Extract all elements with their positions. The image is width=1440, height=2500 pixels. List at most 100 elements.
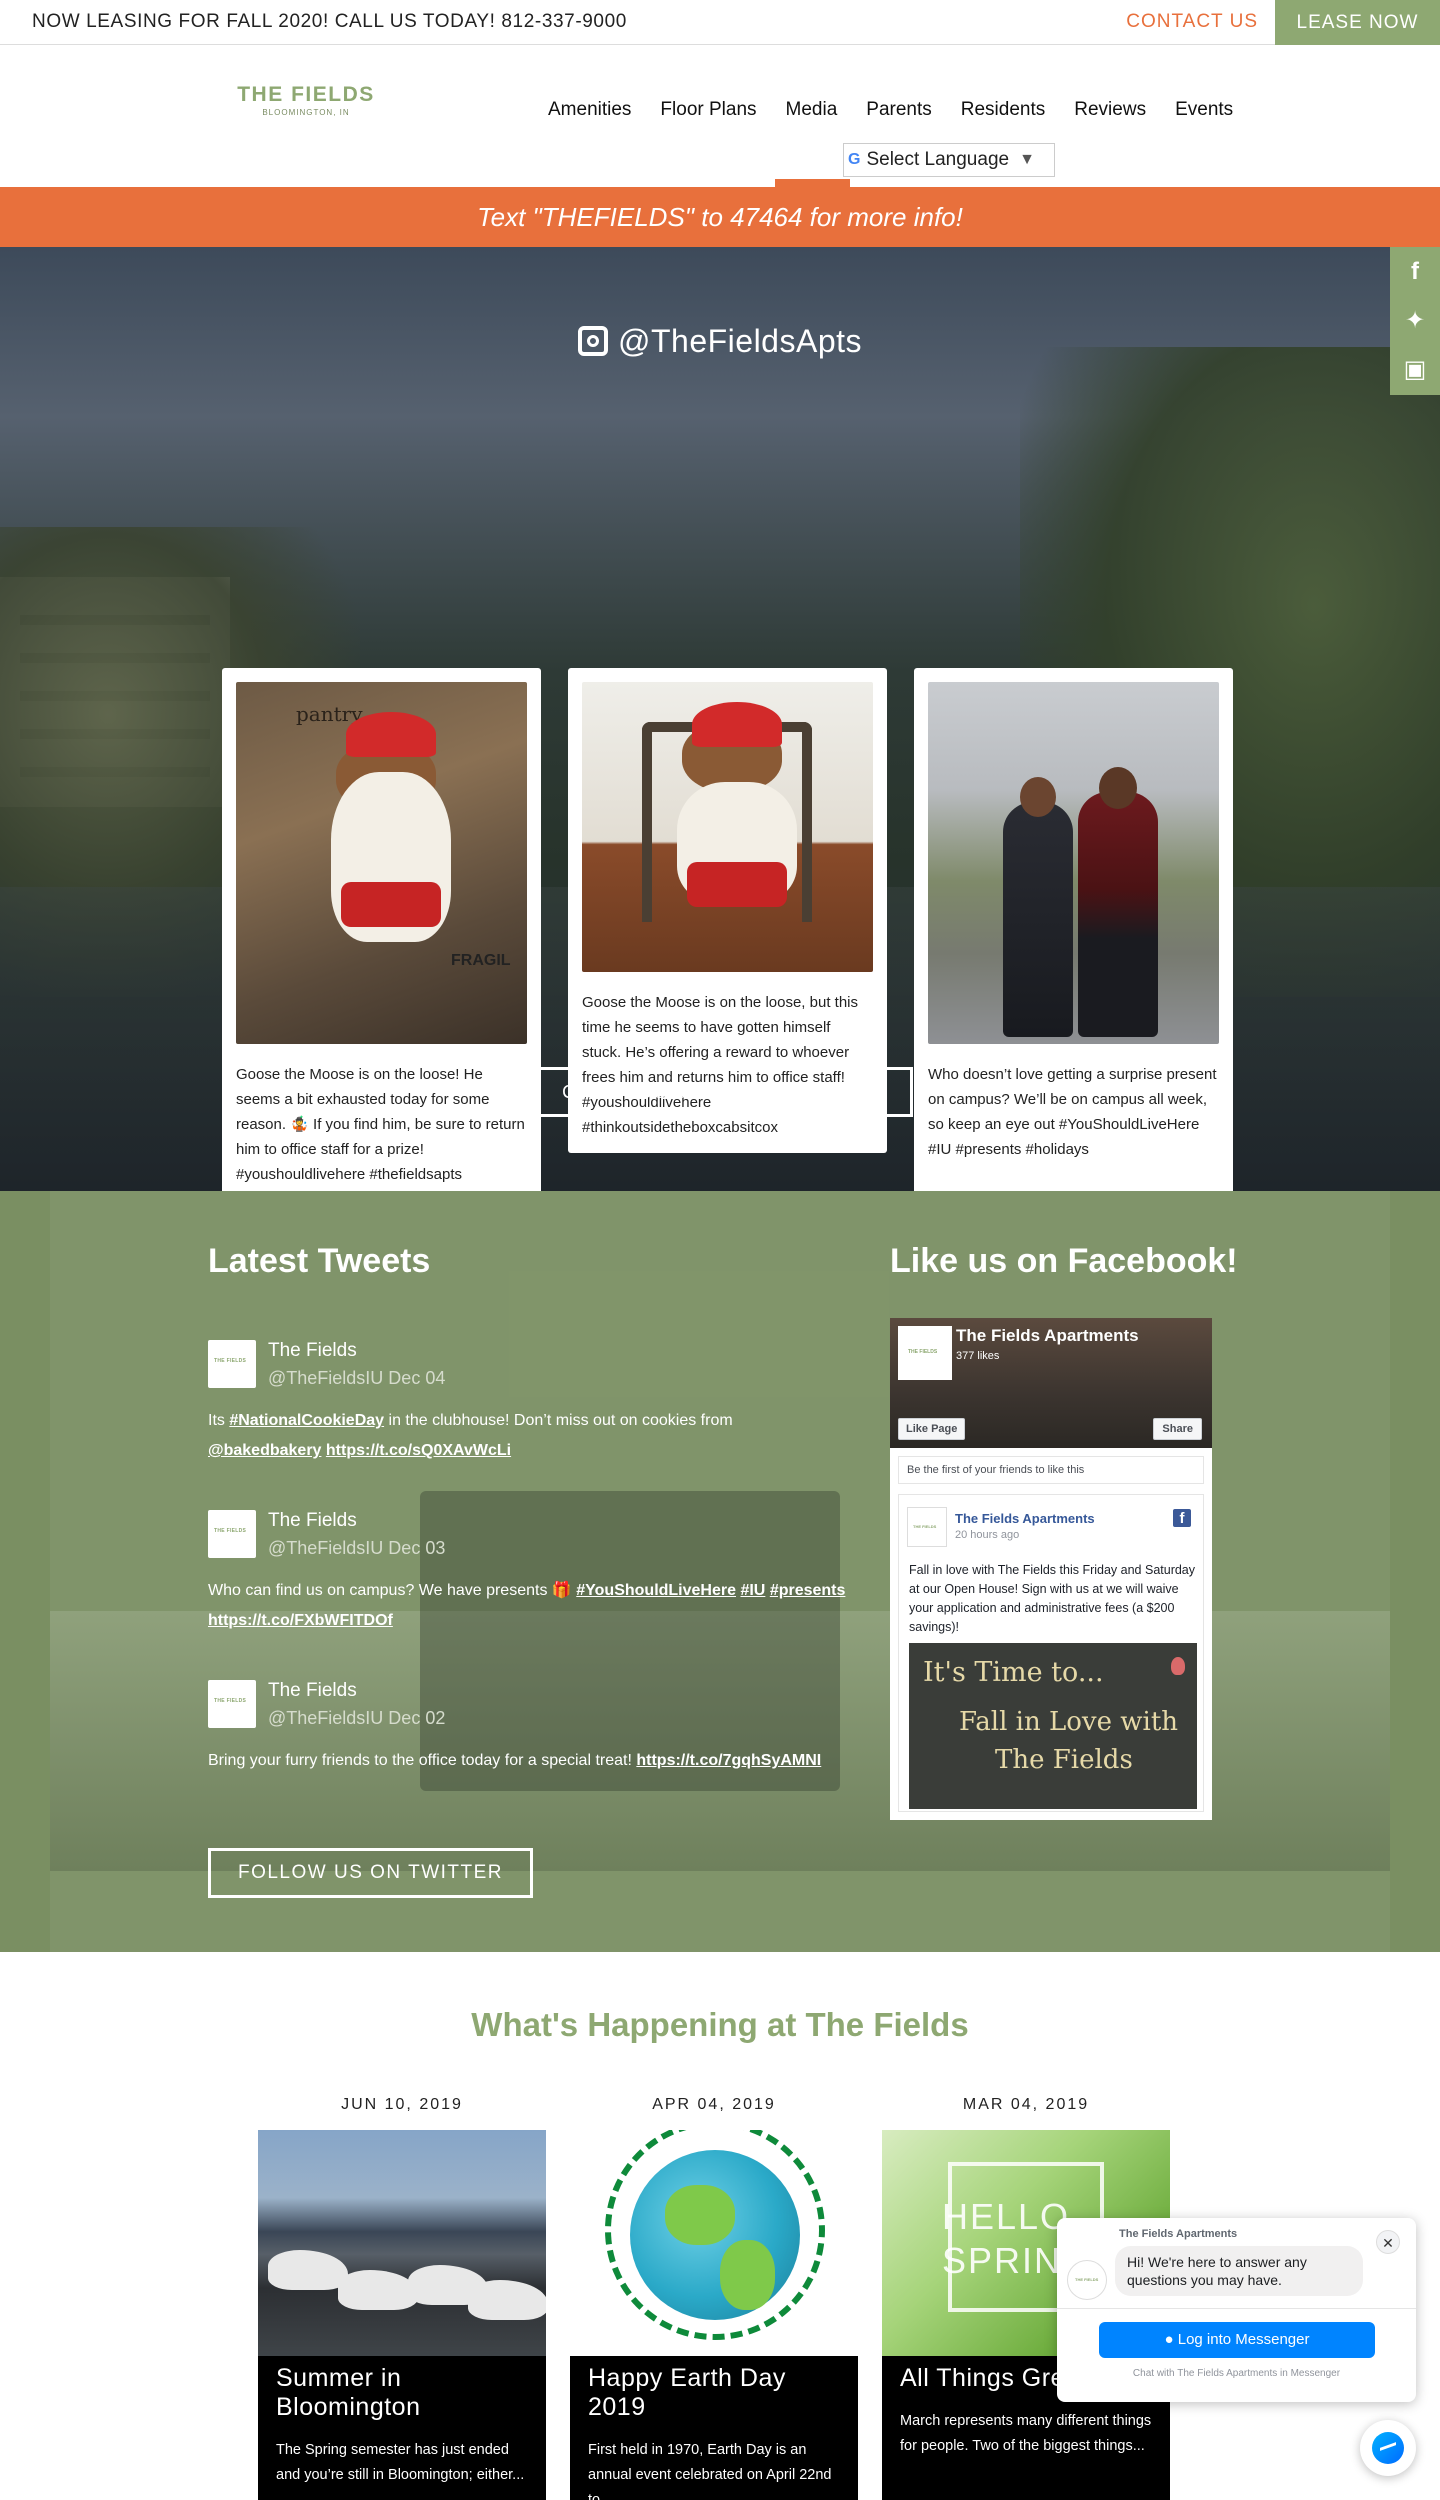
divider xyxy=(1057,2308,1416,2309)
tweet-text: Bring your furry friends to the office t… xyxy=(208,1746,858,1776)
event-body: Happy Earth Day 2019 First held in 1970,… xyxy=(570,2356,858,2500)
facebook-post: The Fields Apartments 20 hours ago f Fal… xyxy=(898,1494,1204,1812)
person-left xyxy=(1003,802,1073,1037)
instagram-icon xyxy=(577,326,608,356)
lease-now-button[interactable]: LEASE NOW xyxy=(1275,0,1440,45)
messenger-login-label: Log into Messenger xyxy=(1177,2331,1310,2348)
messenger-header: The Fields Apartments xyxy=(1119,2228,1238,2240)
messenger-avatar xyxy=(1067,2260,1107,2300)
instagram-handle[interactable]: @TheFieldsApts xyxy=(0,323,1440,360)
facebook-icon[interactable]: f xyxy=(1390,247,1440,296)
hashtag-link[interactable]: #IU xyxy=(740,1582,765,1599)
contact-us-link[interactable]: CONTACT US xyxy=(1126,11,1258,33)
site-header: THE FIELDS BLOOMINGTON, IN Amenities Flo… xyxy=(0,45,1440,187)
nav-events[interactable]: Events xyxy=(1175,99,1233,121)
tweet-avatar[interactable] xyxy=(208,1510,256,1558)
facebook-widget: The Fields Apartments 377 likes Like Pag… xyxy=(890,1318,1212,1820)
hashtag-link[interactable]: #YouShouldLiveHere xyxy=(576,1582,736,1599)
google-icon: G xyxy=(848,151,861,168)
event-card[interactable]: APR 04, 2019 Happy Earth Day 2019 First … xyxy=(570,2096,858,2500)
person-left-face xyxy=(1020,777,1056,817)
globe-land-shape xyxy=(665,2185,735,2245)
announcement-text: NOW LEASING FOR FALL 2020! CALL US TODAY… xyxy=(32,11,627,32)
event-image[interactable] xyxy=(258,2130,546,2356)
facebook-like-page-button[interactable]: Like Page xyxy=(898,1418,966,1440)
logo-name: THE FIELDS xyxy=(237,83,375,106)
latest-tweets-title: Latest Tweets xyxy=(208,1242,431,1280)
tweet-author[interactable]: The Fields xyxy=(268,1680,357,1702)
instagram-post-card[interactable]: pantry FRAGIL Goose the Moose is on the … xyxy=(222,668,541,1191)
instagram-cta-button[interactable]: CHECK US OUT ON INSTAGRAM xyxy=(527,1067,913,1117)
messenger-launcher-button[interactable] xyxy=(1360,2420,1416,2476)
event-title[interactable]: Happy Earth Day 2019 xyxy=(588,2364,840,2422)
facebook-post-avatar[interactable] xyxy=(907,1507,947,1547)
tweet-author[interactable]: The Fields xyxy=(268,1510,357,1532)
nav-media[interactable]: Media xyxy=(786,99,838,121)
nav-amenities[interactable]: Amenities xyxy=(548,99,631,121)
tweet-url-link[interactable]: https://t.co/7gqhSyAMNI xyxy=(636,1752,821,1769)
chalkboard-text-line: The Fields xyxy=(995,1745,1133,1775)
messenger-popup: The Fields Apartments ✕ Hi! We're here t… xyxy=(1057,2218,1416,2402)
tweet-text-part: Bring your furry friends to the office t… xyxy=(208,1752,637,1769)
moose-plush-hat xyxy=(692,702,782,747)
facebook-page-name[interactable]: The Fields Apartments xyxy=(956,1326,1139,1346)
facebook-title: Like us on Facebook! xyxy=(890,1242,1238,1280)
facebook-post-image[interactable]: It's Time to... Fall in Love with The Fie… xyxy=(909,1643,1197,1809)
close-icon[interactable]: ✕ xyxy=(1376,2230,1400,2254)
event-date: JUN 10, 2019 xyxy=(341,2096,463,2113)
hashtag-link[interactable]: #presents xyxy=(770,1582,846,1599)
event-description: March represents many different things f… xyxy=(900,2413,1152,2454)
globe-land-shape xyxy=(720,2240,775,2310)
nav-reviews[interactable]: Reviews xyxy=(1074,99,1146,121)
event-card[interactable]: JUN 10, 2019 Summer in Bloomington The S… xyxy=(258,2096,546,2500)
box-fragile-text: FRAGIL xyxy=(451,952,511,969)
moose-plush-pants xyxy=(341,882,441,927)
active-nav-indicator xyxy=(775,179,850,187)
facebook-post-time[interactable]: 20 hours ago xyxy=(955,1529,1019,1541)
tweet-handle-date: @TheFieldsIU Dec 02 xyxy=(268,1708,446,1728)
follow-twitter-button[interactable]: FOLLOW US ON TWITTER xyxy=(208,1848,533,1898)
chalkboard-text: Fall in Love with The Fields xyxy=(959,1703,1178,1779)
event-image[interactable] xyxy=(570,2130,858,2356)
tweet-avatar[interactable] xyxy=(208,1680,256,1728)
dropdown-arrow-icon: ▼ xyxy=(1019,151,1035,168)
event-title[interactable]: Summer in Bloomington xyxy=(276,2364,528,2422)
social-feeds-section: Latest Tweets The Fields @TheFieldsIU De… xyxy=(0,1191,1440,1952)
nav-floor-plans[interactable]: Floor Plans xyxy=(660,99,756,121)
social-sidebar: f ✦ ▣ xyxy=(1390,247,1440,395)
tweet-author[interactable]: The Fields xyxy=(268,1340,357,1362)
messenger-icon xyxy=(1372,2432,1404,2464)
instagram-post-photo: pantry FRAGIL xyxy=(236,682,527,1044)
facebook-post-author[interactable]: The Fields Apartments xyxy=(955,1511,1095,1526)
facebook-page-avatar[interactable] xyxy=(898,1326,952,1380)
instagram-post-card[interactable]: Who doesn’t love getting a surprise pres… xyxy=(914,668,1233,1191)
tweet-text-part: Its xyxy=(208,1412,230,1429)
instagram-post-caption: Goose the Moose is on the loose! He seem… xyxy=(236,1066,525,1183)
heart-icon xyxy=(1171,1657,1185,1675)
announcement-bar: NOW LEASING FOR FALL 2020! CALL US TODAY… xyxy=(0,0,1440,45)
instagram-post-caption: Goose the Moose is on the loose, but thi… xyxy=(582,994,858,1136)
facebook-likes-count: 377 likes xyxy=(956,1350,1000,1362)
instagram-post-photo xyxy=(928,682,1219,1044)
logo-location: BLOOMINGTON, IN xyxy=(262,108,350,117)
nav-parents[interactable]: Parents xyxy=(866,99,931,121)
hashtag-link[interactable]: #NationalCookieDay xyxy=(229,1412,384,1429)
tweet-url-link[interactable]: https://t.co/FXbWFITDOf xyxy=(208,1612,393,1629)
tweet-avatar[interactable] xyxy=(208,1340,256,1388)
text-promo-banner: Text "THEFIELDS" to 47464 for more info! xyxy=(0,187,1440,247)
messenger-greeting: Hi! We're here to answer any questions y… xyxy=(1115,2246,1363,2296)
facebook-share-button[interactable]: Share xyxy=(1153,1418,1202,1440)
messenger-login-button[interactable]: ● Log into Messenger xyxy=(1099,2322,1375,2358)
site-logo[interactable]: THE FIELDS BLOOMINGTON, IN xyxy=(236,83,376,117)
tweet-url-link[interactable]: https://t.co/sQ0XAvWcLi xyxy=(326,1442,511,1459)
instagram-post-photo xyxy=(582,682,873,972)
instagram-icon[interactable]: ▣ xyxy=(1390,345,1440,394)
language-select[interactable]: G Select Language ▼ xyxy=(843,143,1055,177)
nav-residents[interactable]: Residents xyxy=(961,99,1046,121)
instagram-post-caption: Who doesn’t love getting a surprise pres… xyxy=(928,1066,1217,1158)
facebook-cover[interactable]: The Fields Apartments 377 likes Like Pag… xyxy=(890,1318,1212,1448)
mention-link[interactable]: @bakedbakery xyxy=(208,1442,321,1459)
twitter-icon[interactable]: ✦ xyxy=(1390,296,1440,345)
person-right-face xyxy=(1099,767,1137,809)
event-date: APR 04, 2019 xyxy=(652,2096,776,2113)
